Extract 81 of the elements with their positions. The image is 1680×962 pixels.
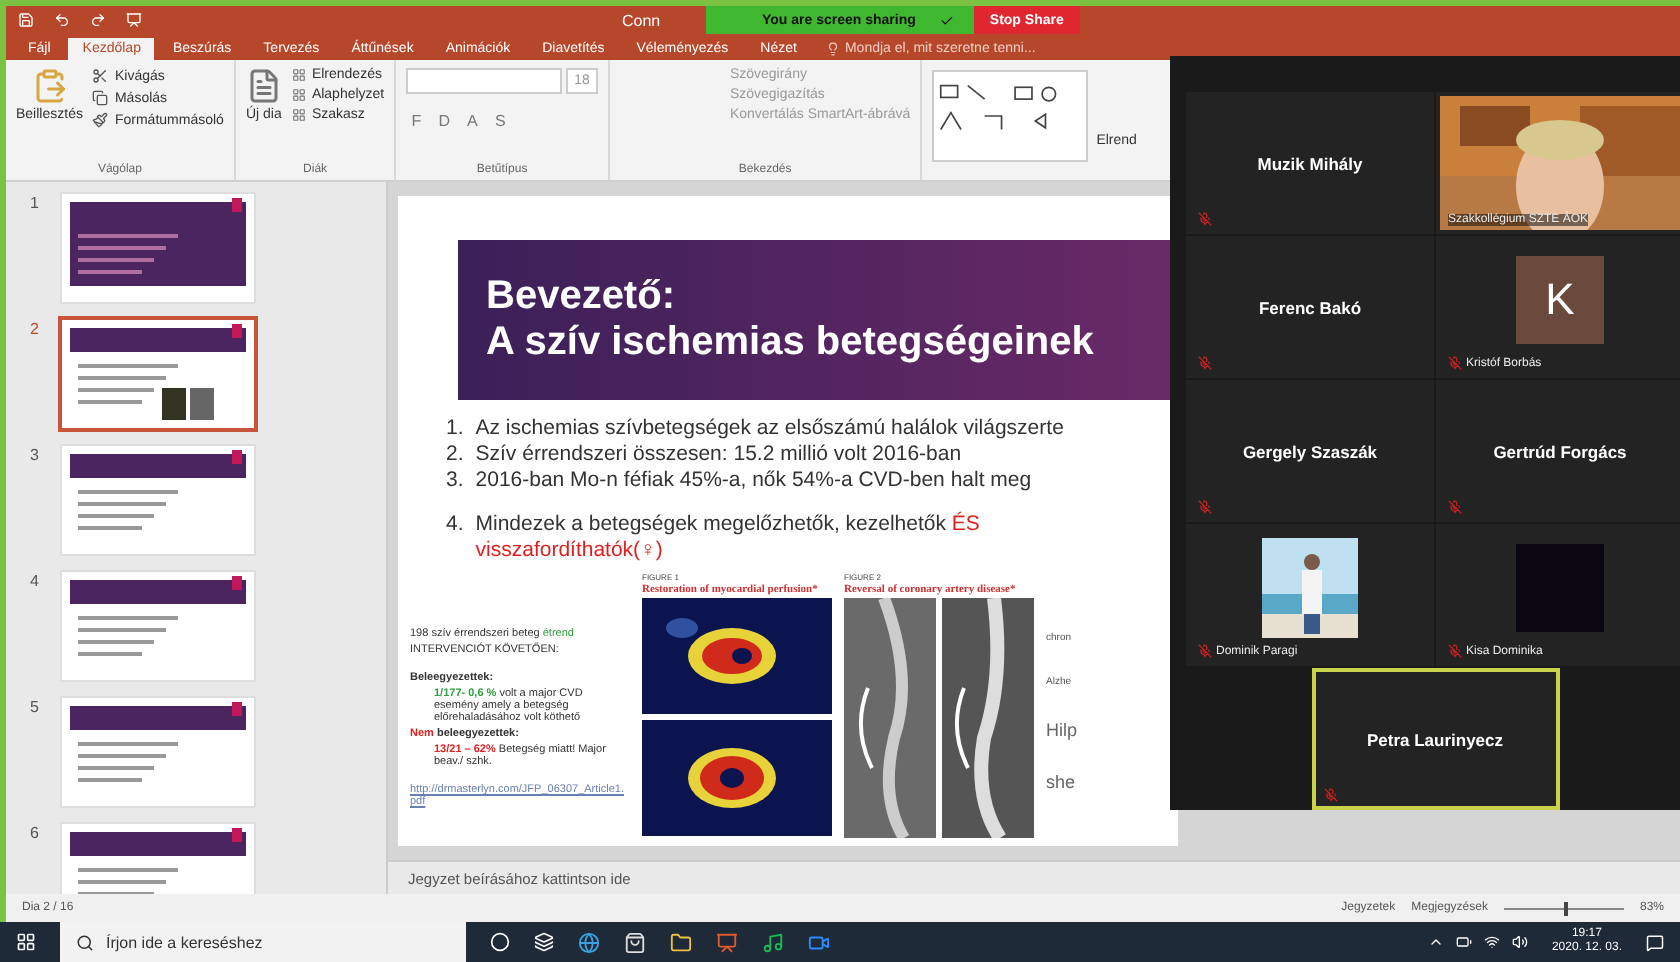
search-field[interactable]: Írjon ide a kereséshez [60, 922, 466, 962]
participant-tile[interactable]: Gertrúd Forgács [1436, 380, 1680, 522]
store-icon[interactable] [624, 931, 646, 953]
muted-mic-icon [1448, 500, 1462, 514]
chevron-up-icon[interactable] [1427, 934, 1444, 950]
bullet-text: Az ischemias szívbetegségek az elsőszámú halálok világszerte [475, 416, 1066, 442]
slide-number: 2 [30, 320, 41, 342]
participant-name: Petra Laurinyecz [1366, 729, 1504, 749]
save-icon[interactable] [18, 12, 34, 28]
clipboard-icon [31, 68, 68, 104]
window-title: Conn [622, 11, 661, 29]
notification-icon[interactable] [1646, 933, 1664, 951]
list-number: 1. [446, 416, 464, 442]
participant-tile[interactable]: Muzik Mihály [1186, 92, 1434, 234]
participant-name: Muzik Mihály [1257, 153, 1363, 173]
muted-mic-icon [1448, 356, 1462, 370]
zoom-thumb[interactable] [1563, 901, 1568, 915]
muted-mic-icon [1323, 788, 1337, 802]
participant-name: Gertrúd Forgács [1493, 441, 1627, 461]
slide-number: 6 [30, 824, 41, 846]
video-camera-icon[interactable] [808, 931, 830, 953]
slide-number: 4 [30, 572, 41, 594]
paintbrush-icon [92, 112, 109, 128]
scissors-icon [92, 68, 109, 84]
video-off-tile [1516, 543, 1604, 631]
avatar: K [1516, 255, 1604, 343]
format-button[interactable]: D [434, 112, 455, 130]
bullet-text: Szív érrendszeri összesen: 15.2 millió volt 2016-ban [475, 442, 964, 468]
slide-number: 3 [30, 446, 41, 468]
bullet-text: Mindezek a betegségek megelőzhetők, kezelhetők ÉS visszafordíthatók(♀) [475, 512, 982, 564]
participant-tile[interactable]: Gergely Szaszák [1186, 380, 1434, 522]
muted-mic-icon [1198, 500, 1212, 514]
list-number: 2. [446, 442, 464, 468]
muted-mic-icon [1198, 356, 1212, 370]
chart-text: she [1046, 772, 1078, 792]
windows-start-icon[interactable] [16, 932, 36, 952]
folder-icon[interactable] [670, 931, 692, 953]
layout-icon [291, 88, 306, 102]
list-number: 3. [446, 468, 464, 494]
participant-tile[interactable]: Petra Laurinyecz [1311, 668, 1559, 810]
presentation-icon[interactable] [126, 12, 142, 28]
lightbulb-icon [826, 42, 841, 56]
slide-thumbnail[interactable] [62, 320, 254, 428]
copy-icon [92, 90, 109, 106]
list-number: 4. [446, 512, 464, 540]
browser-icon[interactable] [578, 931, 600, 953]
slide-icon [245, 68, 282, 104]
format-button[interactable]: S [490, 112, 511, 130]
wifi-icon[interactable] [1483, 934, 1500, 950]
slide-number: 5 [30, 698, 41, 720]
slide-thumbnail[interactable] [62, 194, 254, 302]
powerpoint-icon[interactable] [716, 931, 738, 953]
chart-text: Hilp [1046, 720, 1078, 740]
participant-name: Ferenc Bakó [1258, 297, 1362, 317]
bullet-text: 2016-ban Mo-n féfiak 45%-a, nők 54%-a CVD-ben halt meg [475, 468, 1034, 494]
music-icon[interactable] [762, 931, 784, 953]
shapes-gallery[interactable] [932, 70, 1089, 162]
check-icon [939, 13, 954, 27]
slide-number: 1 [30, 194, 41, 216]
muted-mic-icon [1198, 212, 1212, 226]
font-name-field[interactable] [406, 68, 563, 94]
volume-icon[interactable] [1511, 934, 1528, 950]
slide-thumbnail[interactable] [62, 572, 254, 680]
undo-icon[interactable] [54, 12, 70, 28]
participant-name: Gergely Szaszák [1242, 441, 1378, 461]
slide-thumbnail[interactable] [62, 446, 254, 554]
slide-title: A szív ischemias betegségeinek [486, 320, 1096, 366]
redo-icon[interactable] [90, 12, 106, 28]
slide-title: Bevezető: [486, 274, 677, 320]
slide-thumbnail[interactable] [62, 698, 254, 806]
layout-icon [291, 108, 306, 122]
participant-tile[interactable]: Ferenc Bakó [1186, 236, 1434, 378]
layout-icon [291, 68, 306, 82]
muted-mic-icon [1198, 644, 1212, 658]
cortana-icon[interactable] [490, 932, 510, 952]
format-button[interactable]: F [406, 112, 427, 130]
search-icon [76, 933, 94, 951]
muted-mic-icon [1448, 644, 1462, 658]
battery-icon[interactable] [1455, 934, 1472, 950]
task-view-icon[interactable] [534, 932, 554, 952]
format-button[interactable]: A [462, 112, 483, 130]
